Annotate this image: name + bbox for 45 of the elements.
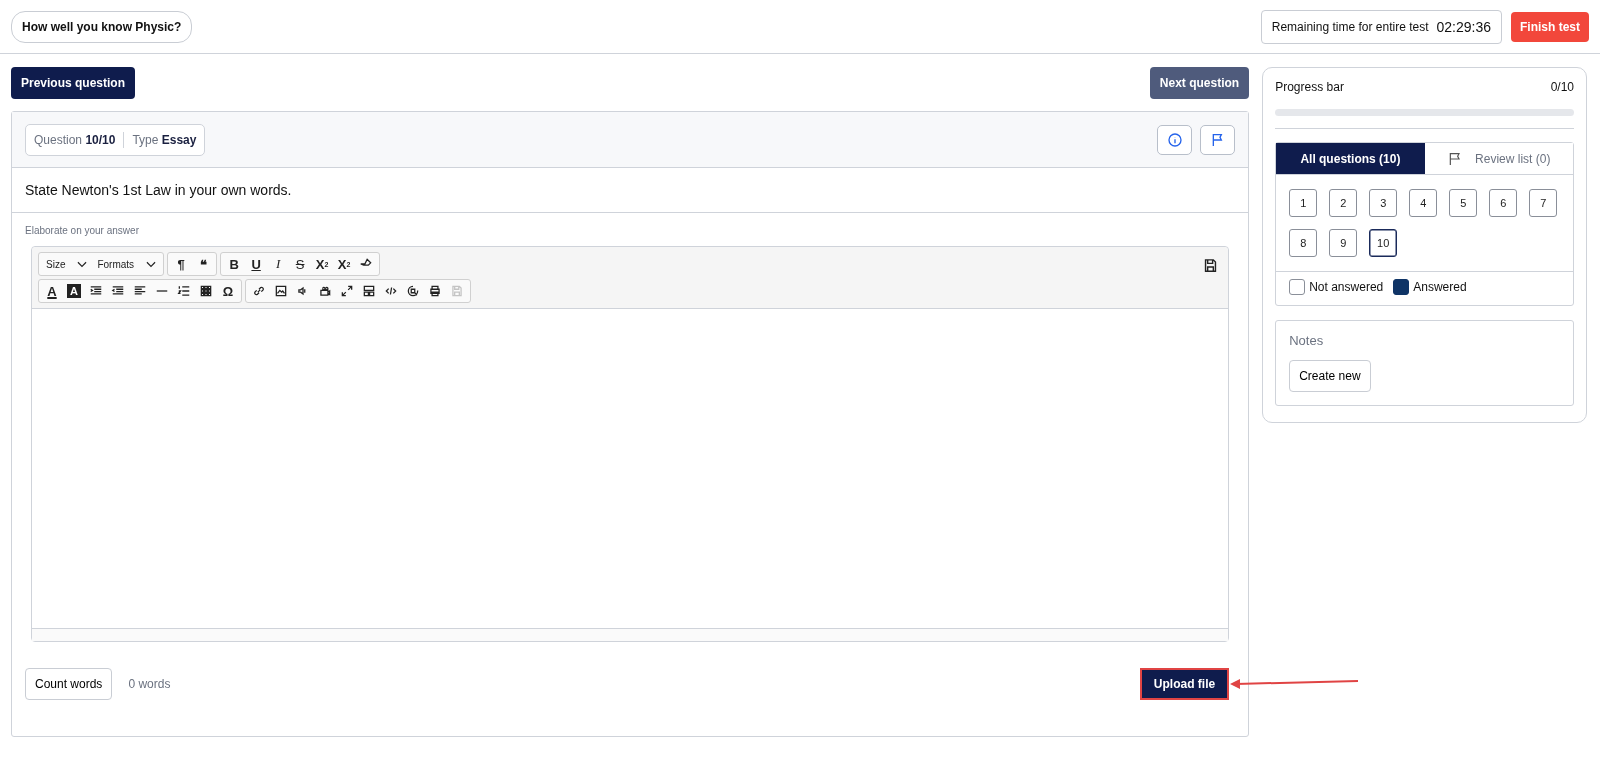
timer-label: Remaining time for entire test — [1271, 19, 1429, 34]
format-button[interactable]: ❝ — [192, 254, 215, 274]
question-text: State Newton's 1st Law in your own words. — [12, 168, 1249, 213]
finish-test-button[interactable]: Finish test — [1511, 11, 1589, 42]
next-question-button[interactable]: Next question — [1149, 67, 1250, 99]
question-number-button[interactable]: 3 — [1369, 189, 1398, 217]
question-number-button[interactable]: 1 — [1289, 189, 1318, 217]
format-button[interactable]: X$^{2}$ — [333, 254, 356, 274]
timer-value: 02:29:36 — [1436, 18, 1491, 35]
question-number-button[interactable]: 4 — [1409, 189, 1438, 217]
format-button[interactable]: Ω — [217, 281, 239, 301]
question-type: Type Essay — [132, 132, 197, 147]
toolbar-dropdown[interactable]: Size — [41, 254, 93, 274]
question-number-button[interactable]: 5 — [1449, 189, 1478, 217]
question-number-button[interactable]: 9 — [1329, 229, 1358, 257]
question-number-button[interactable]: 6 — [1489, 189, 1518, 217]
question-number-button[interactable]: 8 — [1289, 229, 1318, 257]
word-count: 0 words — [128, 677, 171, 691]
info-icon — [1166, 131, 1183, 148]
previous-question-button[interactable]: Previous question — [11, 67, 136, 99]
format-button[interactable]: S — [289, 254, 312, 274]
format-button[interactable]: ¶ — [170, 254, 193, 274]
upload-file-button[interactable]: Upload file — [1139, 668, 1230, 700]
format-button[interactable]: I — [267, 254, 290, 274]
format-button[interactable]: A — [67, 284, 81, 298]
format-button[interactable]: A — [41, 281, 63, 301]
legend-label: Answered — [1413, 280, 1467, 294]
answer-label: Elaborate on your answer — [25, 225, 140, 236]
create-note-button[interactable]: Create new — [1289, 360, 1371, 392]
question-number-button[interactable]: 7 — [1529, 189, 1558, 217]
format-button[interactable]: U — [245, 254, 268, 274]
question-number: Question 10/10 — [34, 132, 116, 147]
question-number-button[interactable]: 2 — [1329, 189, 1358, 217]
question-number-button[interactable]: 10 — [1369, 229, 1398, 257]
legend-label: Not answered — [1309, 280, 1384, 294]
info-button[interactable] — [1157, 124, 1193, 155]
progress-label: Progress bar — [1275, 80, 1344, 94]
count-words-button[interactable]: Count words — [25, 668, 113, 700]
progress-count: 0/10 — [1550, 80, 1574, 94]
tab[interactable]: All questions (10) — [1276, 143, 1425, 174]
test-title: How well you know Physic? — [11, 10, 193, 43]
notes-title: Notes — [1289, 333, 1325, 348]
toolbar-dropdown[interactable]: Formats — [92, 254, 162, 274]
format-button[interactable]: B — [223, 254, 246, 274]
flag-button[interactable] — [1200, 124, 1236, 155]
